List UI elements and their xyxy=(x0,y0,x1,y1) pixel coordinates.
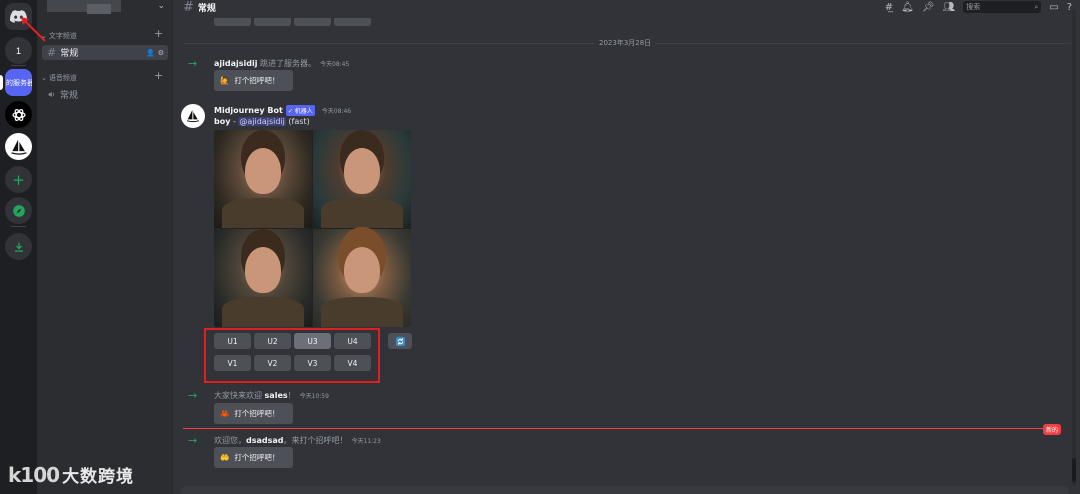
current-server-label: 的服务器 xyxy=(6,78,32,87)
blurred-server-name xyxy=(87,4,111,14)
previous-button[interactable] xyxy=(294,18,331,26)
generated-image-4 xyxy=(313,229,411,327)
reroll-button[interactable] xyxy=(388,333,412,349)
bot-name[interactable]: Midjourney Bot xyxy=(214,106,283,115)
join-arrow-icon: → xyxy=(188,434,198,447)
midjourney-server-icon[interactable] xyxy=(5,133,32,160)
message-input[interactable] xyxy=(181,486,1069,494)
wave-button[interactable]: 🙋 打个招呼吧！ xyxy=(214,70,293,91)
current-server-icon[interactable]: 的服务器 xyxy=(5,69,32,96)
message-author: Midjourney Bot ✓ 机器人 今天08:46 xyxy=(214,105,351,116)
watermark: k100 大数跨境 xyxy=(8,462,135,488)
join-message: 大家快来欢迎 sales！ 今天10:59 xyxy=(214,391,329,400)
generated-image-3 xyxy=(214,229,312,327)
mode-text: (fast) xyxy=(285,117,310,126)
prompt-text: boy xyxy=(214,117,231,126)
rail-divider xyxy=(11,65,26,66)
timestamp: 今天11:23 xyxy=(351,438,381,445)
bot-avatar[interactable] xyxy=(181,104,205,128)
channel-header: # 常规 #̲ 🔔︎ 📌︎ 👥︎ 搜索 ⌕ ▭ ? xyxy=(173,0,1080,15)
join-arrow-icon: → xyxy=(188,389,198,402)
refresh-icon xyxy=(395,336,405,346)
join-arrow-icon: → xyxy=(188,57,198,70)
user-mention[interactable]: @ajidajsidij xyxy=(238,117,286,126)
scrollbar-thumb[interactable] xyxy=(1072,458,1076,482)
download-icon[interactable] xyxy=(5,233,32,260)
channel-title: 常规 xyxy=(197,3,216,14)
timestamp: 今天08:45 xyxy=(320,61,350,68)
threads-icon[interactable]: #̲ xyxy=(885,2,893,13)
search-icon: ⌕ xyxy=(1034,2,1039,11)
server-header[interactable]: ⌄ xyxy=(37,0,173,14)
speaker-icon xyxy=(48,91,55,98)
timestamp: 今天08:46 xyxy=(321,108,352,115)
invite-icon[interactable]: 👤 xyxy=(146,49,155,57)
chevron-icon: ⌄ xyxy=(41,74,47,82)
annotation-highlight-box xyxy=(204,328,380,383)
members-icon[interactable]: 👥︎ xyxy=(943,2,956,13)
add-channel-icon[interactable]: + xyxy=(154,69,163,82)
pin-icon[interactable]: 📌︎ xyxy=(922,2,935,13)
bot-prompt-line: boy - @ajidajsidij (fast) xyxy=(214,117,310,126)
previous-button[interactable] xyxy=(254,18,291,26)
explore-icon[interactable] xyxy=(5,197,32,224)
wave-button[interactable]: 🤲 打个招呼吧！ xyxy=(214,447,293,468)
username[interactable]: sales xyxy=(265,391,288,400)
chatgpt-server-icon[interactable] xyxy=(5,101,32,128)
add-channel-icon[interactable]: + xyxy=(154,27,163,40)
image-grid[interactable] xyxy=(214,130,411,327)
wave-sticker-icon: 🙋 xyxy=(220,76,230,85)
hash-icon: # xyxy=(183,0,194,15)
selected-indicator xyxy=(0,75,3,90)
chat-area: # 常规 #̲ 🔔︎ 📌︎ 👥︎ 搜索 ⌕ ▭ ? 2023年3月28日 → aj… xyxy=(173,0,1080,494)
category-voice-channels[interactable]: ⌄ 语音频道 + xyxy=(41,69,163,83)
search-input[interactable]: 搜索 ⌕ xyxy=(963,1,1042,13)
gear-icon[interactable]: ⚙ xyxy=(158,49,164,57)
wave-sticker-icon: 🤲 xyxy=(220,453,230,462)
generated-image-1 xyxy=(214,130,312,228)
timestamp: 今天10:59 xyxy=(299,393,329,400)
wave-sticker-icon: 🦀 xyxy=(220,409,230,418)
inbox-icon[interactable]: ▭ xyxy=(1049,2,1058,13)
date-divider-label: 2023年3月28日 xyxy=(595,38,656,48)
chevron-down-icon[interactable]: ⌄ xyxy=(157,1,165,11)
annotation-arrow xyxy=(21,17,46,42)
watermark-text: 大数跨境 xyxy=(62,467,135,487)
watermark-logo: k100 xyxy=(8,462,60,487)
wave-button[interactable]: 🦀 打个招呼吧！ xyxy=(214,403,293,424)
username[interactable]: ajidajsidij xyxy=(214,59,257,68)
add-server-icon[interactable]: + xyxy=(5,166,32,193)
bot-badge: ✓ 机器人 xyxy=(285,105,315,116)
channel-text-general[interactable]: # 常规 👤 ⚙ xyxy=(42,45,168,60)
previous-button[interactable] xyxy=(334,18,371,26)
new-messages-line xyxy=(183,428,1055,429)
bell-icon[interactable]: 🔔︎ xyxy=(901,2,914,13)
previous-button[interactable] xyxy=(214,18,251,26)
channel-voice-general[interactable]: 常规 xyxy=(42,87,168,102)
scrollbar-track[interactable] xyxy=(1072,10,1076,486)
generated-image-2 xyxy=(313,130,411,228)
join-message: 欢迎您，dsadsad。来打个招呼吧！ 今天11:23 xyxy=(214,436,381,445)
rail-divider xyxy=(11,226,26,227)
new-messages-badge: 新的 xyxy=(1043,424,1062,435)
username[interactable]: dsadsad xyxy=(246,436,284,445)
join-message: ajidajsidij 跳进了服务器。 今天08:45 xyxy=(214,59,350,68)
unread-count: 1 xyxy=(15,45,21,56)
server-rail: 1 的服务器 + xyxy=(0,0,37,494)
channel-sidebar: ⌄ ⌄ 文字频道 + # 常规 👤 ⚙ ⌄ 语音频道 + 常规 xyxy=(37,0,173,494)
hash-icon: # xyxy=(47,46,57,59)
